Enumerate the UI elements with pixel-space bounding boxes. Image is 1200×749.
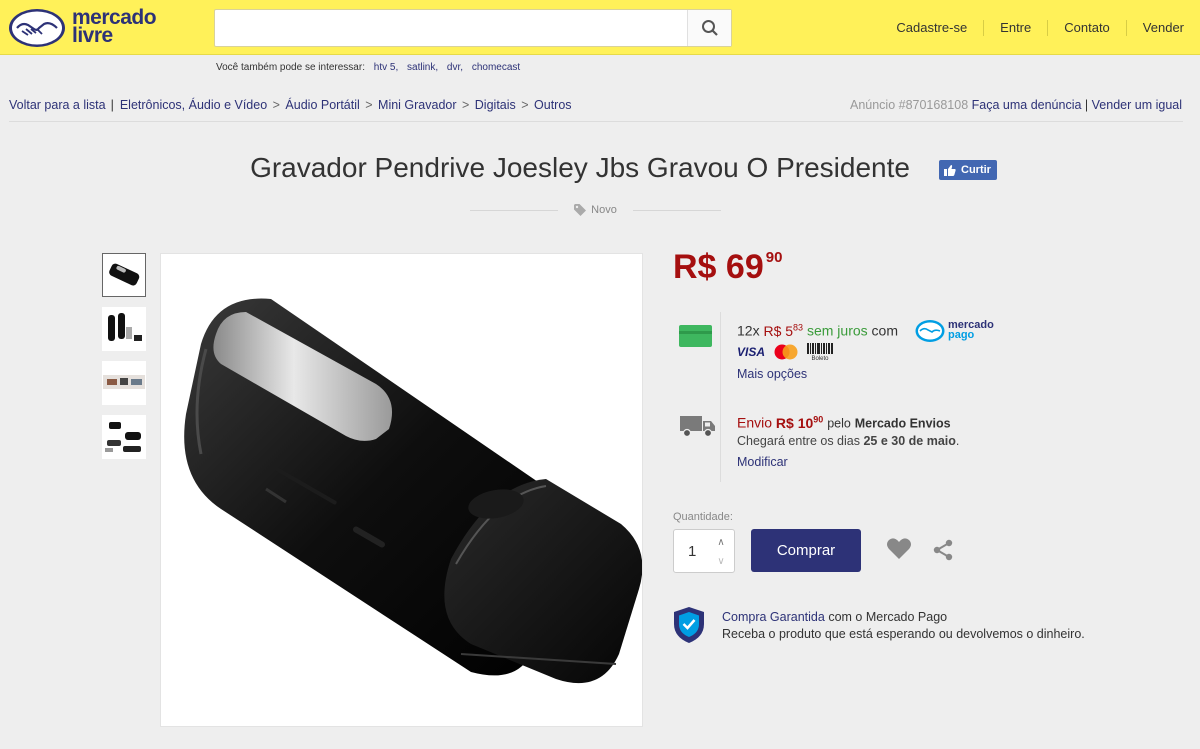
visa-logo: VISA: [737, 345, 766, 359]
installment-amount: R$ 583: [763, 322, 804, 339]
delivery-estimate: Chegará entre os dias 25 e 30 de maio.: [737, 434, 960, 448]
buy-button[interactable]: Comprar: [751, 529, 861, 572]
logo-text: mercado livre: [72, 6, 157, 47]
tag-icon: [574, 204, 587, 216]
breadcrumb-separator: >: [269, 98, 284, 112]
search-input[interactable]: [215, 10, 687, 46]
divider-line: [720, 312, 721, 482]
like-label: Curtir: [961, 164, 991, 176]
nav-contact[interactable]: Contato: [1047, 19, 1126, 36]
heart-icon[interactable]: [886, 537, 912, 561]
breadcrumb-item[interactable]: Outros: [534, 98, 572, 112]
shield-check-icon: [674, 607, 704, 643]
usb-thumbnail-image: [109, 263, 140, 286]
search-icon: [701, 20, 718, 36]
shipping-carrier: Mercado Envios: [854, 416, 951, 431]
condition-label: Novo: [591, 204, 617, 216]
quantity-label: Quantidade:: [673, 511, 733, 523]
sell-same-link[interactable]: Vender um igual: [1092, 98, 1182, 112]
suggestions-label: Você também pode se interessar:: [216, 62, 365, 73]
divider-line: [633, 210, 721, 211]
mercadopago-logo: mercado pago: [915, 318, 999, 344]
mercadolivre-logo[interactable]: mercado livre: [8, 6, 168, 48]
back-to-list-link[interactable]: Voltar para a lista: [9, 98, 106, 112]
breadcrumb-separator: >: [361, 98, 377, 112]
usb-thumbnail-image: [108, 313, 142, 341]
guarantee-link[interactable]: Compra Garantida: [722, 610, 825, 624]
mastercard-icon: [773, 344, 799, 360]
breadcrumb-item[interactable]: Digitais: [475, 98, 516, 112]
credit-card-icon: [679, 325, 712, 347]
handshake-logo-icon: [9, 9, 65, 47]
usb-thumbnail-image: [103, 375, 145, 389]
condition-row: Novo: [470, 203, 721, 217]
breadcrumb: Voltar para a lista | Eletrônicos, Áudio e…: [9, 98, 572, 112]
share-icon[interactable]: [932, 539, 954, 561]
facebook-like-button[interactable]: Curtir: [939, 160, 997, 180]
mercadopago-icon: [915, 320, 945, 342]
thumbs-up-icon: [944, 164, 956, 176]
chevron-up-icon[interactable]: ∧: [714, 536, 728, 550]
breadcrumb-separator: >: [517, 98, 533, 112]
interest-free-label: sem juros: [806, 322, 868, 339]
thumbnail[interactable]: [102, 415, 146, 459]
breadcrumb-separator: >: [458, 98, 473, 112]
nav-register[interactable]: Cadastre-se: [880, 20, 983, 36]
thumbnail-list: [102, 253, 146, 469]
listing-id: Anúncio #870168108: [849, 98, 969, 112]
payment-methods: VISA Boleto: [737, 343, 834, 362]
truck-icon: [680, 416, 715, 438]
purchase-guarantee: Compra Garantida com o Mercado Pago Rece…: [722, 610, 1085, 641]
product-main-image[interactable]: [160, 253, 643, 727]
top-nav: Cadastre-se Entre Contato Vender: [880, 0, 1200, 55]
breadcrumb-item[interactable]: Mini Gravador: [378, 98, 457, 112]
guarantee-description: Receba o produto que está esperando ou d…: [722, 627, 1085, 641]
price-cents: 90: [765, 249, 783, 266]
suggestions: Você também pode se interessar: htv 5, s…: [216, 62, 520, 73]
thumbnail[interactable]: [102, 307, 146, 351]
divider: |: [1084, 98, 1089, 112]
divider: |: [110, 98, 114, 112]
report-link[interactable]: Faça uma denúncia: [972, 98, 1082, 112]
nav-sell[interactable]: Vender: [1125, 19, 1200, 36]
search-bar: [214, 9, 732, 47]
suggestion-link[interactable]: dvr,: [447, 62, 463, 73]
suggestion-link[interactable]: satlink,: [407, 62, 438, 73]
modify-shipping-link[interactable]: Modificar: [737, 455, 788, 469]
divider-line: [470, 210, 558, 211]
suggestion-link[interactable]: chomecast: [472, 62, 520, 73]
thumbnail[interactable]: [102, 361, 146, 405]
divider-line: [9, 121, 1183, 122]
search-button[interactable]: [687, 10, 731, 46]
quantity-value[interactable]: 1: [688, 543, 696, 560]
suggestion-link[interactable]: htv 5,: [374, 62, 398, 73]
usb-recorder-image: [184, 298, 642, 684]
chevron-down-icon[interactable]: ∨: [714, 555, 728, 569]
installments-text: 12x R$ 583 sem juros com: [737, 322, 898, 339]
site-header: mercado livre Cadastre-se Entre Contato …: [0, 0, 1200, 55]
mercadopago-text: mercado pago: [948, 319, 994, 341]
breadcrumb-item[interactable]: Áudio Portátil: [285, 98, 359, 112]
usb-thumbnail-image: [105, 422, 141, 452]
product-price: R$ 69 90: [673, 248, 783, 286]
quantity-stepper[interactable]: 1 ∧ ∨: [673, 529, 735, 573]
thumbnail[interactable]: [102, 253, 146, 297]
more-payment-options-link[interactable]: Mais opções: [737, 367, 807, 381]
listing-actions: Anúncio #870168108 Faça uma denúncia | V…: [850, 98, 1182, 112]
shipping-price: Envio R$ 1090 pelo Mercado Envios: [737, 414, 951, 431]
nav-login[interactable]: Entre: [983, 19, 1047, 36]
breadcrumb-item[interactable]: Eletrônicos, Áudio e Vídeo: [120, 98, 267, 112]
boleto-icon: Boleto: [807, 343, 834, 362]
